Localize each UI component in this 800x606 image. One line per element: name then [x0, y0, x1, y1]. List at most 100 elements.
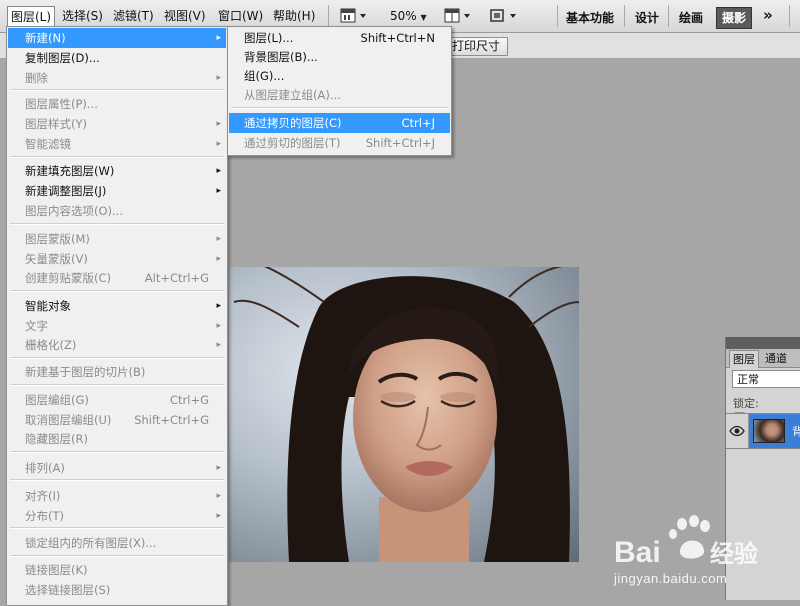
menu-item-layer-content-options[interactable]: 图层内容选项(O)...: [8, 201, 226, 221]
menu-select[interactable]: 选择(S): [62, 8, 103, 24]
zoom-level-dropdown[interactable]: 50% ▼: [390, 7, 430, 25]
layer-name[interactable]: 背: [792, 423, 800, 439]
submenu-item-background-layer[interactable]: 背景图层(B)...: [229, 47, 450, 67]
menu-item-label: 分布(T): [25, 509, 64, 523]
menu-item-create-clipping-mask[interactable]: 创建剪贴蒙版(C) Alt+Ctrl+G: [8, 268, 226, 288]
menu-item-rasterize[interactable]: 栅格化(Z) ▸: [8, 335, 226, 355]
menu-filter[interactable]: 滤镜(T): [113, 8, 154, 24]
eye-icon: [729, 425, 745, 437]
extras-dropdown[interactable]: [488, 7, 520, 25]
menu-item-label: 新建基于图层的切片(B): [25, 365, 146, 379]
menu-item-label: 图层属性(P)...: [25, 97, 98, 111]
print-size-button[interactable]: 打印尺寸: [444, 37, 509, 56]
submenu-item-layer[interactable]: 图层(L)... Shift+Ctrl+N: [229, 28, 450, 48]
menu-layer[interactable]: 图层(L): [7, 6, 56, 27]
menu-item-group-layers[interactable]: 图层编组(G) Ctrl+G: [8, 390, 226, 410]
menu-item-label: 图层样式(Y): [25, 117, 87, 131]
menu-item-label: 排列(A): [25, 461, 65, 475]
menu-divider: [10, 527, 224, 529]
menu-item-vector-mask[interactable]: 矢量蒙版(V) ▸: [8, 249, 226, 269]
menu-divider: [10, 89, 224, 91]
menu-item-distribute[interactable]: 分布(T) ▸: [8, 506, 226, 526]
menu-item-label: 新建填充图层(W): [25, 164, 115, 178]
menu-item-label: 栅格化(Z): [25, 338, 77, 352]
submenu-item-layer-via-cut[interactable]: 通过剪切的图层(T) Shift+Ctrl+J: [229, 133, 450, 153]
submenu-item-layer-via-copy[interactable]: 通过拷贝的图层(C) Ctrl+J: [229, 113, 450, 133]
menu-item-new-adjustment-layer[interactable]: 新建调整图层(J) ▸: [8, 181, 226, 201]
menu-item-smart-object[interactable]: 智能对象 ▸: [8, 296, 226, 316]
menu-view[interactable]: 视图(V): [164, 8, 206, 24]
submenu-item-group-from-layers[interactable]: 从图层建立组(A)...: [229, 85, 450, 105]
menu-item-shortcut: Shift+Ctrl+J: [365, 136, 435, 150]
menu-item-shortcut: Ctrl+J: [401, 116, 436, 130]
menu-item-label: 从图层建立组(A)...: [244, 88, 341, 102]
menu-divider: [10, 451, 224, 453]
screen-mode-dropdown[interactable]: [340, 7, 370, 25]
menu-item-new[interactable]: 新建(N) ▸: [8, 28, 226, 48]
menu-item-layer-properties[interactable]: 图层属性(P)...: [8, 94, 226, 114]
menu-divider: [10, 479, 224, 481]
arrange-documents-dropdown[interactable]: [444, 7, 474, 25]
screen-mode-icon: [340, 8, 366, 23]
menu-item-ungroup-layers[interactable]: 取消图层编组(U) Shift+Ctrl+G: [8, 410, 226, 430]
menu-item-hide-layers[interactable]: 隐藏图层(R): [8, 429, 226, 449]
baidu-jingyan-watermark: Bai 经验 jingyan.baidu.com: [610, 512, 800, 600]
submenu-arrow-icon: ▸: [216, 463, 221, 473]
menu-divider: [10, 290, 224, 292]
menu-item-layer-style[interactable]: 图层样式(Y) ▸: [8, 114, 226, 134]
submenu-arrow-icon: ▸: [216, 321, 221, 331]
workspace-essentials[interactable]: 基本功能: [566, 9, 614, 26]
workspace-design[interactable]: 设计: [635, 9, 659, 26]
toolbar-divider: [789, 5, 790, 27]
menu-item-shortcut: Alt+Ctrl+G: [144, 271, 209, 285]
menu-divider: [10, 156, 224, 158]
submenu-arrow-icon: ▸: [216, 73, 221, 83]
menu-item-label: 链接图层(K): [25, 563, 88, 577]
submenu-arrow-icon: ▸: [216, 511, 221, 521]
menu-divider: [10, 223, 224, 225]
more-workspaces-button[interactable]: »: [763, 6, 773, 24]
zoom-level-value: 50%: [390, 9, 417, 23]
submenu-arrow-icon: ▸: [216, 301, 221, 311]
portrait-photo: [233, 267, 579, 562]
menu-item-type[interactable]: 文字 ▸: [8, 316, 226, 336]
menu-item-label: 背景图层(B)...: [244, 50, 318, 64]
menu-item-new-layer-based-slice[interactable]: 新建基于图层的切片(B): [8, 362, 226, 382]
menu-help[interactable]: 帮助(H): [273, 8, 315, 24]
arrange-documents-icon: [444, 8, 470, 23]
menu-item-duplicate-layer[interactable]: 复制图层(D)...: [8, 48, 226, 68]
layer-menu-dropdown: 新建(N) ▸ 复制图层(D)... 删除 ▸ 图层属性(P)... 图层样式(…: [6, 26, 228, 606]
submenu-item-group[interactable]: 组(G)...: [229, 66, 450, 86]
blend-mode-select[interactable]: 正常: [732, 370, 800, 388]
menu-divider: [10, 384, 224, 386]
menu-item-label: 复制图层(D)...: [25, 51, 100, 65]
menu-item-smart-filter[interactable]: 智能滤镜 ▸: [8, 134, 226, 154]
menu-item-delete[interactable]: 删除 ▸: [8, 68, 226, 88]
tab-layers[interactable]: 图层: [729, 350, 759, 368]
extras-frame-icon: [490, 9, 516, 22]
panel-header-bar[interactable]: [726, 337, 800, 349]
menu-window[interactable]: 窗口(W): [218, 8, 263, 24]
menu-item-layer-mask[interactable]: 图层蒙版(M) ▸: [8, 229, 226, 249]
document-photo[interactable]: [229, 267, 579, 562]
workspace-photography[interactable]: 摄影: [716, 7, 753, 29]
menu-divider: [10, 357, 224, 359]
menu-item-label: 矢量蒙版(V): [25, 252, 88, 266]
chevron-down-icon: ▼: [420, 13, 427, 22]
menu-item-lock-all-layers-in-group[interactable]: 锁定组内的所有图层(X)...: [8, 533, 226, 553]
tab-channels[interactable]: 通道: [762, 350, 790, 367]
menu-item-arrange[interactable]: 排列(A) ▸: [8, 458, 226, 478]
menu-item-select-linked-layers[interactable]: 选择链接图层(S): [8, 580, 226, 600]
menu-item-label: 创建剪贴蒙版(C): [25, 271, 112, 285]
toolbar-divider: [557, 5, 558, 27]
menu-item-align[interactable]: 对齐(I) ▸: [8, 486, 226, 506]
submenu-arrow-icon: ▸: [216, 166, 221, 176]
menu-item-link-layers[interactable]: 链接图层(K): [8, 560, 226, 580]
menu-item-label: 智能滤镜: [25, 137, 71, 151]
layer-row[interactable]: 背: [726, 413, 800, 449]
menu-item-new-fill-layer[interactable]: 新建填充图层(W) ▸: [8, 161, 226, 181]
visibility-toggle[interactable]: [726, 414, 749, 448]
menu-item-label: 锁定组内的所有图层(X)...: [25, 536, 157, 550]
submenu-arrow-icon: ▸: [216, 33, 221, 43]
workspace-painting[interactable]: 绘画: [679, 9, 703, 26]
